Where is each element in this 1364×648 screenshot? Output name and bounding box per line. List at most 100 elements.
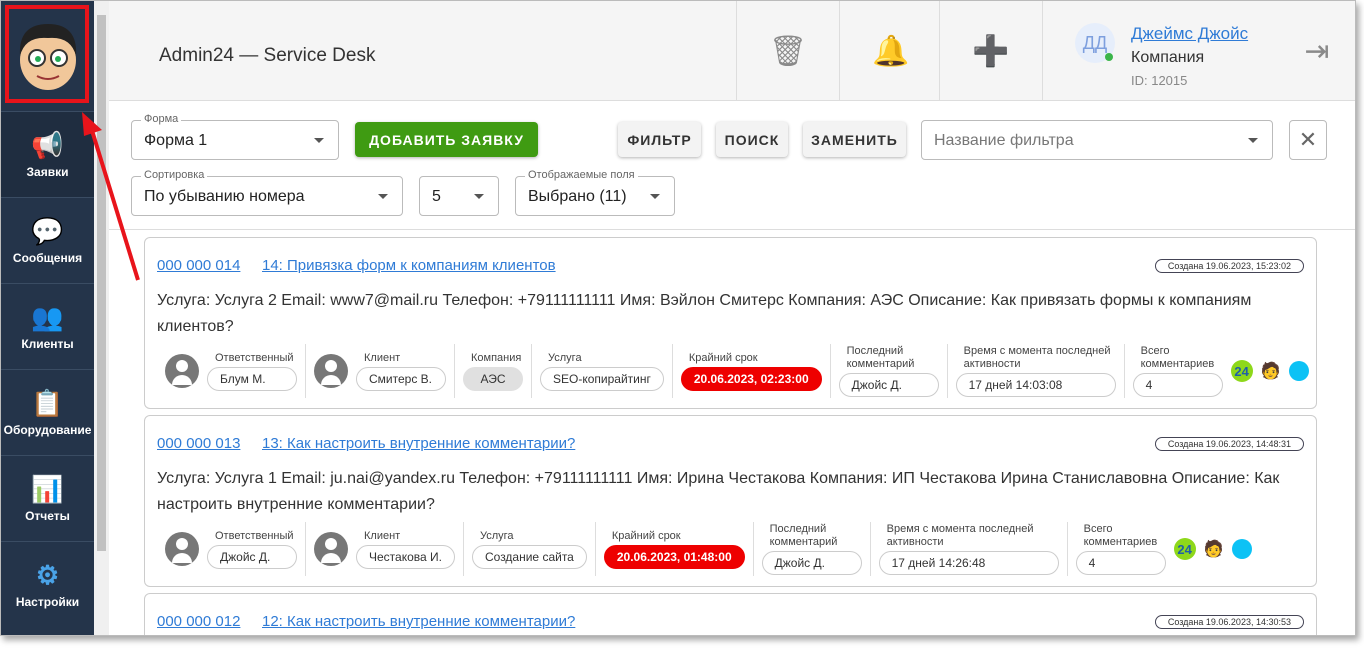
service-label: Услуга bbox=[548, 351, 582, 364]
trash-icon: 🗑 bbox=[768, 34, 808, 68]
filter-name-select[interactable]: Название фильтра bbox=[921, 120, 1273, 160]
sidebar-item-equipment[interactable]: 📋 Оборудование bbox=[1, 369, 94, 455]
ticket-title-link[interactable]: 13: Как настроить внутренние комментарии… bbox=[262, 435, 575, 452]
app-title: Admin24 — Service Desk bbox=[159, 45, 376, 66]
deadline-label: Крайний срок bbox=[688, 351, 758, 364]
logout-button[interactable]: ⇥ bbox=[1279, 1, 1355, 101]
reports-icon: 📊 bbox=[31, 473, 64, 504]
dropdown-arrow-icon bbox=[474, 194, 484, 199]
responsible-label: Ответственный bbox=[215, 351, 294, 364]
sidebar-item-reports[interactable]: 📊 Отчеты bbox=[1, 455, 94, 541]
dropdown-arrow-icon bbox=[378, 194, 388, 199]
sidebar-item-clients[interactable]: 👥 Клиенты bbox=[1, 283, 94, 369]
chat-icon: 💬 bbox=[31, 215, 64, 246]
created-badge: Создана 19.06.2023, 14:48:31 bbox=[1154, 437, 1304, 451]
add-user-button[interactable]: ➕ bbox=[939, 1, 1042, 101]
last-comment-label: Последний комментарий bbox=[846, 345, 915, 370]
sidebar-item-settings[interactable]: ⚙ Настройки bbox=[1, 541, 94, 627]
responsible-value[interactable]: Блум М. bbox=[207, 366, 297, 391]
trash-button[interactable]: 🗑 bbox=[736, 1, 839, 101]
total-comments-label: Всего комментариев bbox=[1140, 345, 1215, 370]
person-icon bbox=[314, 354, 348, 388]
sidebar-item-label: Оборудование bbox=[3, 422, 92, 437]
ticket-card[interactable]: 000 000 012 12: Как настроить внутренние… bbox=[144, 593, 1317, 635]
divider bbox=[109, 229, 1355, 230]
annotation-arrow bbox=[82, 112, 140, 281]
online-status-icon bbox=[1105, 53, 1113, 61]
sidebar-item-label: Клиенты bbox=[21, 336, 74, 351]
gear-icon: ⚙ bbox=[35, 559, 60, 590]
service-value[interactable]: SEO-копирайтинг bbox=[540, 366, 664, 391]
fields-value: Выбрано (11) bbox=[528, 188, 627, 205]
logout-icon: ⇥ bbox=[1304, 34, 1330, 68]
dropdown-arrow-icon bbox=[650, 194, 660, 199]
responsible-label: Ответственный bbox=[215, 529, 294, 542]
last-comment-label: Последний комментарий bbox=[769, 523, 838, 548]
ticket-number-link[interactable]: 000 000 013 bbox=[157, 435, 240, 452]
sidebar-scrollbar[interactable] bbox=[94, 1, 109, 635]
since-activity-label: Время с момента последней активности bbox=[886, 523, 1034, 548]
fields-label: Отображаемые поля bbox=[525, 169, 638, 181]
clear-filter-button[interactable]: ✕ bbox=[1289, 120, 1327, 160]
sort-value: По убыванию номера bbox=[144, 188, 305, 205]
user-name-link[interactable]: Джеймс Джойс bbox=[1131, 24, 1248, 44]
status-dot-icon bbox=[1231, 539, 1252, 559]
ticket-card[interactable]: 000 000 014 14: Привязка форм к компания… bbox=[144, 237, 1317, 409]
sidebar-item-label: Сообщения bbox=[12, 250, 83, 265]
clients-icon: 👥 bbox=[31, 301, 64, 332]
since-activity-label: Время с момента последней активности bbox=[963, 345, 1111, 370]
megaphone-icon: 📢 bbox=[31, 129, 64, 160]
responsible-value[interactable]: Джойс Д. bbox=[207, 544, 297, 569]
total-comments-value: 4 bbox=[1132, 373, 1223, 397]
filter-button[interactable]: ФИЛЬТР bbox=[618, 122, 701, 157]
last-comment-value: Джойс Д. bbox=[761, 551, 862, 575]
company-value[interactable]: АЭС bbox=[463, 366, 523, 391]
ticket-meta: Ответственный Джойс Д. Клиент Честакова И.… bbox=[157, 522, 1260, 576]
client-label: Клиент bbox=[364, 529, 401, 542]
deadline-value: 20.06.2023, 02:23:00 bbox=[680, 366, 822, 391]
deadline-label: Крайний срок bbox=[611, 529, 681, 542]
assignee-avatar-icon: 🧑 bbox=[1203, 541, 1224, 558]
last-comment-value: Джойс Д. bbox=[838, 373, 939, 397]
ticket-number-link[interactable]: 000 000 012 bbox=[157, 613, 240, 630]
service-value[interactable]: Создание сайта bbox=[471, 544, 587, 569]
user-company: Компания bbox=[1131, 49, 1205, 66]
app-window: 📢 Заявки 💬 Сообщения 👥 Клиенты 📋 Оборудовани… bbox=[0, 0, 1356, 636]
client-value[interactable]: Смитерс В. bbox=[356, 366, 446, 391]
sort-label: Сортировка bbox=[141, 169, 208, 181]
form-select[interactable]: Форма Форма 1 bbox=[131, 113, 339, 160]
ticket-number-link[interactable]: 000 000 014 bbox=[157, 257, 240, 274]
created-badge: Создана 19.06.2023, 14:30:53 bbox=[1154, 615, 1304, 629]
replace-button[interactable]: ЗАМЕНИТЬ bbox=[803, 122, 906, 157]
sort-select[interactable]: Сортировка По убыванию номера bbox=[131, 169, 403, 216]
created-badge: Создана 19.06.2023, 15:23:02 bbox=[1154, 259, 1304, 273]
total-comments-value: 4 bbox=[1075, 551, 1166, 575]
search-button[interactable]: ПОИСК bbox=[716, 122, 788, 157]
client-value[interactable]: Честакова И. bbox=[356, 544, 455, 569]
ticket-title-link[interactable]: 12: Как настроить внутренние комментарии… bbox=[262, 613, 575, 630]
assignee-avatar-icon: 🧑 bbox=[1260, 363, 1281, 380]
equipment-icon: 📋 bbox=[31, 387, 64, 418]
channel-badge: 24 bbox=[1173, 538, 1196, 560]
user-panel: ДД Джеймс Джойс Компания ID: 12015 bbox=[1042, 1, 1315, 101]
person-icon bbox=[314, 532, 348, 566]
deadline-value: 20.06.2023, 01:48:00 bbox=[603, 544, 745, 569]
sidebar-item-label: Заявки bbox=[26, 164, 69, 179]
person-icon bbox=[165, 532, 199, 566]
user-id: ID: 12015 bbox=[1131, 73, 1188, 88]
since-activity-value: 17 дней 14:03:08 bbox=[955, 373, 1116, 397]
ticket-card[interactable]: 000 000 013 13: Как настроить внутренние… bbox=[144, 415, 1317, 587]
ticket-title-link[interactable]: 14: Привязка форм к компаниям клиентов bbox=[262, 257, 556, 274]
bell-icon: 🔔 bbox=[872, 34, 910, 68]
ticket-description: Услуга: Услуга 2 Email: www7@mail.ru Тел… bbox=[157, 292, 1252, 335]
sidebar: 📢 Заявки 💬 Сообщения 👥 Клиенты 📋 Оборудовани… bbox=[1, 1, 94, 635]
dropdown-arrow-icon bbox=[1248, 138, 1258, 143]
page-size-select[interactable]: 5 bbox=[419, 176, 499, 216]
add-ticket-button[interactable]: ДОБАВИТЬ ЗАЯВКУ bbox=[355, 122, 538, 157]
service-label: Услуга bbox=[479, 529, 514, 542]
add-user-icon: ➕ bbox=[972, 34, 1010, 68]
notifications-button[interactable]: 🔔 bbox=[839, 1, 942, 101]
form-value: Форма 1 bbox=[144, 132, 208, 149]
fields-select[interactable]: Отображаемые поля Выбрано (11) bbox=[515, 169, 675, 216]
ticket-description: Услуга: Услуга 1 Email: ju.nai@yandex.ru… bbox=[157, 470, 1280, 513]
